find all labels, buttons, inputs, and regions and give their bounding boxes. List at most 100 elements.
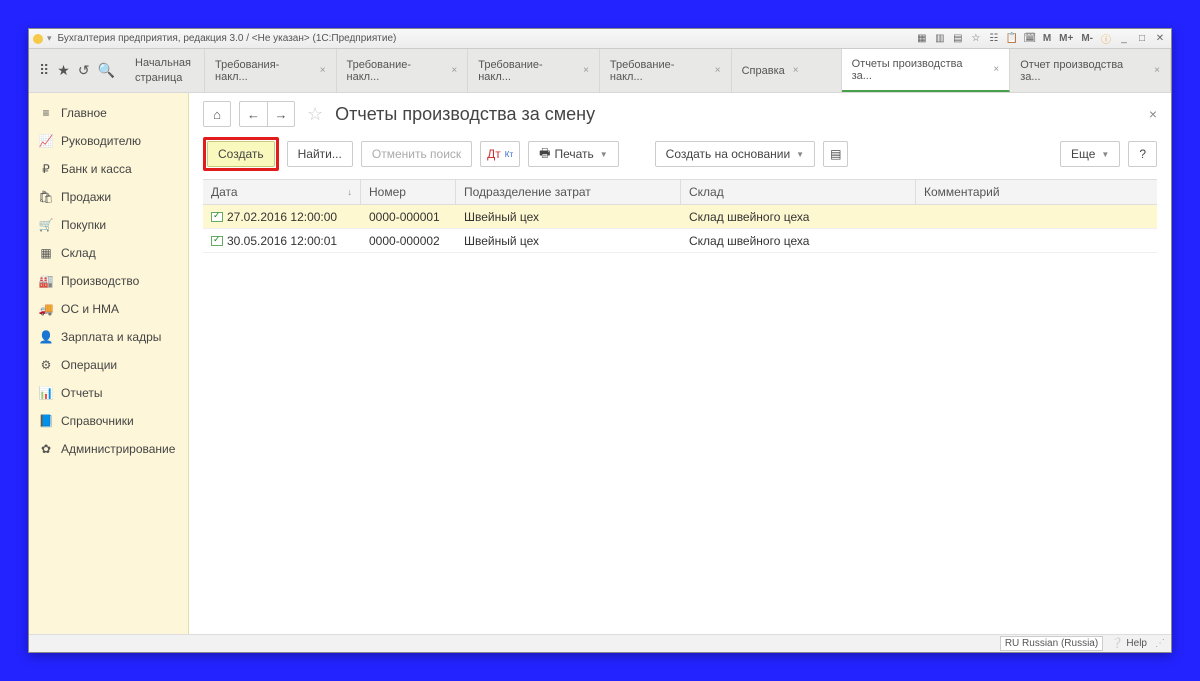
gear-icon: ⚙ [39,358,53,372]
resize-grip-icon[interactable]: ⋰ [1155,638,1165,649]
sidebar-item-warehouse[interactable]: ▦Склад [29,239,188,267]
sheet-button[interactable]: ▤ [823,141,848,167]
sidebar-item-manager[interactable]: 📈Руководителю [29,127,188,155]
minimize-icon[interactable]: _ [1117,32,1131,46]
sys-icon-7[interactable]: 🗓 [1023,32,1037,46]
grid-icon: ▦ [39,246,53,260]
tab-close-icon[interactable]: × [793,65,799,76]
info-icon[interactable]: ⓘ [1099,32,1113,46]
history-m-plus[interactable]: M+ [1057,33,1075,44]
back-button[interactable]: ← [239,101,267,127]
tab-7[interactable]: Отчет производства за...× [1010,49,1171,92]
create-highlight: Создать [203,137,279,171]
sidebar-item-main[interactable]: ≡Главное [29,99,188,127]
close-icon[interactable]: ✕ [1153,32,1167,46]
sidebar-item-os-nma[interactable]: 🚚ОС и НМА [29,295,188,323]
app-window: ▾ Бухгалтерия предприятия, редакция 3.0 … [28,28,1172,653]
bag-icon: 🛍 [39,190,53,204]
titlebar: ▾ Бухгалтерия предприятия, редакция 3.0 … [29,29,1171,49]
sys-icon-2[interactable]: ▥ [933,32,947,46]
help-button[interactable]: ? [1128,141,1157,167]
tab-close-icon[interactable]: × [1154,65,1160,76]
content-area: ⌂ ← → ☆ Отчеты производства за смену × С… [189,93,1171,634]
cart-icon: 🛒 [39,218,53,232]
print-button[interactable]: 🖶Печать▼ [528,141,619,167]
help-link[interactable]: ❔ Help [1111,638,1147,649]
chevron-down-icon: ▼ [796,150,804,159]
history-m[interactable]: M [1041,33,1053,44]
nav-group: ← → [239,101,295,127]
tab-1[interactable]: Требования-накл...× [205,49,337,92]
book-icon: 📘 [39,414,53,428]
sidebar-item-operations[interactable]: ⚙Операции [29,351,188,379]
tab-2[interactable]: Требование-накл...× [337,49,469,92]
titlebar-dropdown-icon[interactable]: ▾ [47,33,52,44]
chevron-down-icon: ▼ [600,150,608,159]
grid-header: Дата↓ Номер Подразделение затрат Склад К… [203,179,1157,205]
sidebar-item-sales[interactable]: 🛍Продажи [29,183,188,211]
sidebar-item-admin[interactable]: ✿Администрирование [29,435,188,463]
language-indicator[interactable]: RU Russian (Russia) [1000,636,1103,651]
sidebar-item-salary[interactable]: 👤Зарплата и кадры [29,323,188,351]
tab-close-icon[interactable]: × [320,65,326,76]
favorite-icon[interactable]: ☆ [303,104,327,125]
search-icon[interactable]: 🔍 [98,62,115,79]
history-m-minus[interactable]: M- [1079,33,1095,44]
sidebar-item-purchases[interactable]: 🛒Покупки [29,211,188,239]
sys-icon-1[interactable]: ▦ [915,32,929,46]
history-icon[interactable]: ↺ [78,62,90,79]
document-posted-icon [211,212,223,222]
debit-credit-button[interactable]: ДтКт [480,141,520,167]
truck-icon: 🚚 [39,302,53,316]
tab-5[interactable]: Справка× [732,49,842,92]
sidebar: ≡Главное 📈Руководителю ₽Банк и касса 🛍Пр… [29,93,189,634]
tab-4[interactable]: Требование-накл...× [600,49,732,92]
cancel-find-button[interactable]: Отменить поиск [361,141,472,167]
sys-icon-6[interactable]: 📋 [1005,32,1019,46]
sidebar-item-catalogs[interactable]: 📘Справочники [29,407,188,435]
sidebar-item-bank[interactable]: ₽Банк и касса [29,155,188,183]
forward-button[interactable]: → [267,101,295,127]
apps-icon[interactable]: ⠿ [39,62,49,79]
status-bar: RU Russian (Russia) ❔ Help ⋰ [29,634,1171,652]
tab-start[interactable]: Начальная страница [125,49,205,92]
col-comment[interactable]: Комментарий [916,180,1157,204]
page-close-icon[interactable]: × [1149,106,1157,122]
sidebar-item-reports[interactable]: 📊Отчеты [29,379,188,407]
col-warehouse[interactable]: Склад [681,180,916,204]
tab-iconbar: ⠿ ★ ↺ 🔍 [29,49,125,92]
star-icon[interactable]: ★ [57,62,70,79]
create-based-button[interactable]: Создать на основании▼ [655,141,815,167]
table-row[interactable]: 27.02.2016 12:00:00 0000-000001 Швейный … [203,205,1157,229]
sort-indicator-icon: ↓ [348,187,353,197]
tab-close-icon[interactable]: × [451,65,457,76]
menu-icon: ≡ [39,106,53,120]
find-button[interactable]: Найти... [287,141,353,167]
home-button[interactable]: ⌂ [203,101,231,127]
tab-6[interactable]: Отчеты производства за...× [842,49,1011,92]
col-number[interactable]: Номер [361,180,456,204]
page-header: ⌂ ← → ☆ Отчеты производства за смену × [189,93,1171,133]
col-date[interactable]: Дата↓ [203,180,361,204]
bars-icon: 📊 [39,386,53,400]
factory-icon: 🏭 [39,274,53,288]
document-posted-icon [211,236,223,246]
tab-close-icon[interactable]: × [993,64,999,75]
sys-icon-5[interactable]: ☷ [987,32,1001,46]
tab-3[interactable]: Требование-накл...× [468,49,600,92]
grid-body: 27.02.2016 12:00:00 0000-000001 Швейный … [203,205,1157,634]
more-button[interactable]: Еще▼ [1060,141,1120,167]
tab-close-icon[interactable]: × [583,65,589,76]
col-department[interactable]: Подразделение затрат [456,180,681,204]
window-title: Бухгалтерия предприятия, редакция 3.0 / … [58,33,397,44]
sys-icon-4[interactable]: ☆ [969,32,983,46]
table-row[interactable]: 30.05.2016 12:00:01 0000-000002 Швейный … [203,229,1157,253]
create-button[interactable]: Создать [207,141,275,167]
tab-close-icon[interactable]: × [715,65,721,76]
sidebar-item-production[interactable]: 🏭Производство [29,267,188,295]
page-title: Отчеты производства за смену [335,104,595,125]
sys-icon-3[interactable]: ▤ [951,32,965,46]
person-icon: 👤 [39,330,53,344]
tab-bar: ⠿ ★ ↺ 🔍 Начальная страница Требования-на… [29,49,1171,93]
maximize-icon[interactable]: □ [1135,32,1149,46]
